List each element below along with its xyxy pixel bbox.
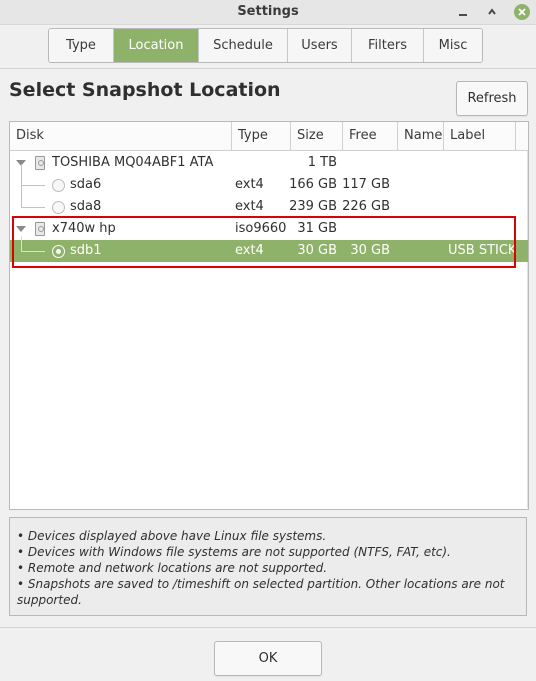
device-name: sda8: [70, 199, 102, 214]
partition-row[interactable]: sda6 ext4 166 GB 117 GB: [10, 174, 528, 196]
table-header: Disk Type Size Free Name Label: [10, 122, 528, 151]
tree-line: [21, 207, 45, 208]
tab-location[interactable]: Location: [114, 29, 199, 62]
info-notes: • Devices displayed above have Linux fil…: [9, 517, 527, 616]
column-header-size[interactable]: Size: [291, 122, 343, 150]
device-free: 117 GB: [342, 177, 390, 192]
divider: [0, 68, 536, 69]
tab-misc[interactable]: Misc: [424, 29, 482, 62]
device-tree[interactable]: Disk Type Size Free Name Label TOSHIBA M…: [9, 121, 529, 510]
device-size: 166 GB: [289, 177, 337, 192]
column-header-name[interactable]: Name: [398, 122, 444, 150]
note-line: • Devices displayed above have Linux fil…: [17, 529, 327, 543]
device-size: 239 GB: [289, 199, 337, 214]
highlight-box: [12, 216, 516, 268]
tab-users[interactable]: Users: [288, 29, 352, 62]
tab-bar: Type Location Schedule Users Filters Mis…: [48, 28, 483, 63]
device-type: ext4: [235, 177, 264, 192]
column-header-label[interactable]: Label: [444, 122, 516, 150]
device-free: [335, 152, 390, 174]
note-line: • Remote and network locations are not s…: [17, 561, 328, 575]
minimize-icon: [459, 14, 467, 16]
partition-radio[interactable]: [52, 201, 65, 214]
tree-line: [21, 185, 45, 186]
title-bar: Settings: [0, 0, 536, 25]
disk-icon: [35, 156, 45, 170]
column-header-type[interactable]: Type: [232, 122, 291, 150]
ok-button[interactable]: OK: [214, 641, 322, 676]
device-type: ext4: [235, 199, 264, 214]
device-size: 1 TB: [307, 155, 337, 170]
device-free: 226 GB: [342, 199, 390, 214]
note-line: • Devices with Windows file systems are …: [17, 545, 451, 559]
note-line: • Snapshots are saved to /timeshift on s…: [17, 577, 505, 607]
device-name: sda6: [70, 177, 102, 192]
refresh-button[interactable]: Refresh: [456, 81, 528, 116]
column-header-disk[interactable]: Disk: [10, 122, 232, 150]
minimize-button[interactable]: [453, 2, 473, 22]
disk-row[interactable]: TOSHIBA MQ04ABF1 ATA 1 TB: [10, 152, 528, 174]
partition-radio[interactable]: [52, 179, 65, 192]
device-name: TOSHIBA MQ04ABF1 ATA: [52, 155, 214, 170]
partition-row[interactable]: sda8 ext4 239 GB 226 GB: [10, 196, 528, 218]
close-button[interactable]: [512, 2, 532, 22]
maximize-icon: [488, 8, 496, 15]
tab-schedule[interactable]: Schedule: [199, 29, 288, 62]
close-icon: [514, 4, 530, 20]
maximize-button[interactable]: [482, 2, 502, 22]
column-header-free[interactable]: Free: [343, 122, 398, 150]
tab-filters[interactable]: Filters: [352, 29, 424, 62]
divider: [0, 627, 536, 628]
page-title: Select Snapshot Location: [9, 79, 281, 101]
tab-type[interactable]: Type: [49, 29, 114, 62]
